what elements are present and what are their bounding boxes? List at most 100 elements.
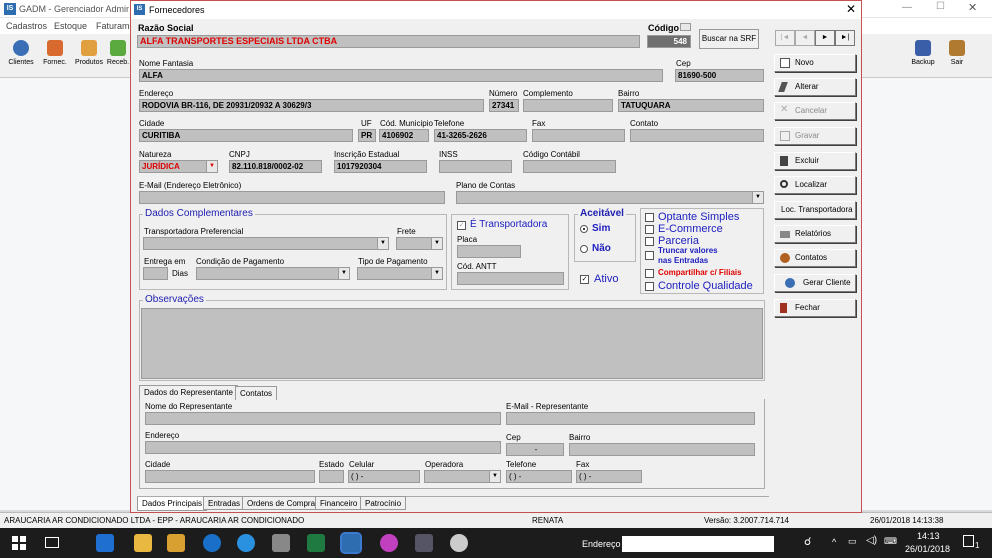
tipopag-select[interactable]: ▼	[357, 267, 443, 280]
keyboard-icon[interactable]: ⌨	[884, 536, 897, 547]
parceria-checkbox[interactable]	[645, 237, 654, 246]
nav-first-button[interactable]: |◄	[775, 30, 795, 46]
observacoes-textarea[interactable]	[141, 308, 763, 379]
rep-endereco-field[interactable]	[145, 441, 501, 454]
uf-field[interactable]: PR	[358, 129, 376, 142]
ativo-checkbox[interactable]: ✓	[580, 275, 589, 284]
gerar-cliente-button[interactable]: Gerar Cliente	[774, 274, 856, 292]
placa-field[interactable]	[457, 245, 521, 258]
taskbar-app-photos-icon[interactable]	[415, 534, 433, 552]
localizar-button[interactable]: Localizar	[774, 176, 856, 194]
inss-field[interactable]	[439, 160, 512, 173]
ecommerce-checkbox[interactable]	[645, 225, 654, 234]
rep-celular-field[interactable]: ( ) -	[348, 470, 420, 483]
email-field[interactable]	[139, 191, 445, 204]
entrega-field[interactable]	[143, 267, 168, 280]
network-icon[interactable]: ▭	[848, 536, 857, 547]
clock-date[interactable]: 26/01/2018	[905, 544, 950, 554]
nav-last-button[interactable]: ►|	[835, 30, 855, 46]
toolbar-fornecedores[interactable]: Fornec.	[40, 40, 70, 66]
complemento-field[interactable]	[523, 99, 613, 112]
toolbar-sair[interactable]: Sair	[942, 40, 972, 66]
numero-field[interactable]: 27341	[489, 99, 519, 112]
tab-dados-principais[interactable]: Dados Principais	[137, 497, 208, 511]
taskbar-app-excel-icon[interactable]	[307, 534, 325, 552]
rep-estado-field[interactable]	[319, 470, 344, 483]
ie-field[interactable]: 1017920304	[334, 160, 427, 173]
toolbar-backup[interactable]: Backup	[908, 40, 938, 66]
plano-select[interactable]: ▼	[456, 191, 764, 204]
frete-select[interactable]: ▼	[396, 237, 443, 250]
tab-contatos[interactable]: Contatos	[235, 386, 278, 400]
nav-prev-button[interactable]: ◄	[795, 30, 815, 46]
rep-cep-field[interactable]: -	[506, 443, 564, 456]
taskbar-app-paint-icon[interactable]	[380, 534, 398, 552]
fantasia-field[interactable]: ALFA	[139, 69, 663, 82]
bairro-field[interactable]: TATUQUARA	[618, 99, 764, 112]
cidade-field[interactable]: CURITIBA	[139, 129, 353, 142]
tab-entradas[interactable]: Entradas	[203, 496, 246, 510]
taskbar-app-edge-icon[interactable]	[203, 534, 221, 552]
rep-nome-field[interactable]	[145, 412, 501, 425]
nao-radio[interactable]	[580, 245, 588, 253]
windows-start-icon[interactable]	[12, 536, 26, 550]
buscar-srf-button[interactable]: Buscar na SRF	[699, 29, 759, 49]
nav-next-button[interactable]: ►	[815, 30, 835, 46]
loc-transportadora-button[interactable]: Loc. Transportadora	[774, 201, 856, 219]
tab-patrocinio[interactable]: Patrocínio	[360, 496, 407, 510]
fax-field[interactable]	[532, 129, 625, 142]
minimize-icon[interactable]: —	[902, 2, 912, 13]
toolbar-clientes[interactable]: Clientes	[6, 40, 36, 66]
qualidade-checkbox[interactable]	[645, 282, 654, 291]
cnpj-field[interactable]: 82.110.818/0002-02	[229, 160, 322, 173]
menu-estoque[interactable]: Estoque	[54, 21, 87, 31]
people-icon[interactable]: ☌	[804, 535, 811, 548]
tab-dados-representante[interactable]: Dados do Representante	[139, 385, 238, 400]
menu-faturamento[interactable]: Faturamento	[96, 21, 130, 31]
transp-pref-select[interactable]: ▼	[143, 237, 389, 250]
maximize-icon[interactable]: ☐	[936, 1, 945, 12]
tab-financeiro[interactable]: Financeiro	[315, 496, 363, 510]
close-icon[interactable]: ✕	[968, 1, 977, 14]
rep-telefone-field[interactable]: ( ) -	[506, 470, 572, 483]
contato-field[interactable]	[630, 129, 764, 142]
contabil-field[interactable]	[523, 160, 616, 173]
taskbar-app-ie-icon[interactable]	[237, 534, 255, 552]
fechar-button[interactable]: Fechar	[774, 299, 856, 317]
rep-cidade-field[interactable]	[145, 470, 315, 483]
sim-radio[interactable]	[580, 225, 588, 233]
endereco-field[interactable]: RODOVIA BR-116, DE 20931/20932 A 30629/3	[139, 99, 484, 112]
clock-time[interactable]: 14:13	[917, 531, 940, 541]
optante-checkbox[interactable]	[645, 213, 654, 222]
taskbar-app-gallery-icon[interactable]	[272, 534, 290, 552]
toolbar-recebimento[interactable]: Receb.	[106, 40, 130, 66]
notification-icon[interactable]	[963, 535, 974, 547]
rep-operadora-select[interactable]: ▼	[424, 470, 501, 483]
truncar-checkbox[interactable]	[645, 251, 654, 260]
codigo-field[interactable]: 548	[647, 35, 691, 48]
rep-email-field[interactable]	[506, 412, 755, 425]
alterar-button[interactable]: Alterar	[774, 78, 856, 96]
contatos-button[interactable]: Contatos	[774, 249, 856, 267]
natureza-select[interactable]: JURÍDICA ▼	[139, 160, 218, 173]
compartilhar-checkbox[interactable]	[645, 269, 654, 278]
razao-field[interactable]: ALFA TRANSPORTES ESPECIAIS LTDA CTBA	[137, 35, 640, 48]
taskbar-app-mail-icon[interactable]	[167, 534, 185, 552]
codmun-field[interactable]: 4106902	[379, 129, 429, 142]
antt-field[interactable]	[457, 272, 564, 285]
tray-chevron-icon[interactable]: ^	[832, 537, 836, 547]
tab-ordens-compra[interactable]: Ordens de Compra	[242, 496, 321, 510]
rep-bairro-field[interactable]	[569, 443, 755, 456]
cancelar-button[interactable]: ✕ Cancelar	[774, 102, 856, 120]
taskbar-app-folder-icon[interactable]	[134, 534, 152, 552]
dialog-close-icon[interactable]: ✕	[846, 2, 856, 16]
gravar-button[interactable]: Gravar	[774, 127, 856, 145]
novo-button[interactable]: Novo	[774, 54, 856, 72]
taskbar-app-teamviewer-icon[interactable]	[96, 534, 114, 552]
taskbar-app-gadm-icon[interactable]	[340, 532, 362, 554]
telefone-field[interactable]: 41-3265-2626	[434, 129, 527, 142]
taskbar-app-cloud-icon[interactable]	[450, 534, 468, 552]
address-input[interactable]	[622, 536, 774, 552]
condpag-select[interactable]: ▼	[196, 267, 350, 280]
codigo-mini-button[interactable]	[680, 23, 691, 31]
